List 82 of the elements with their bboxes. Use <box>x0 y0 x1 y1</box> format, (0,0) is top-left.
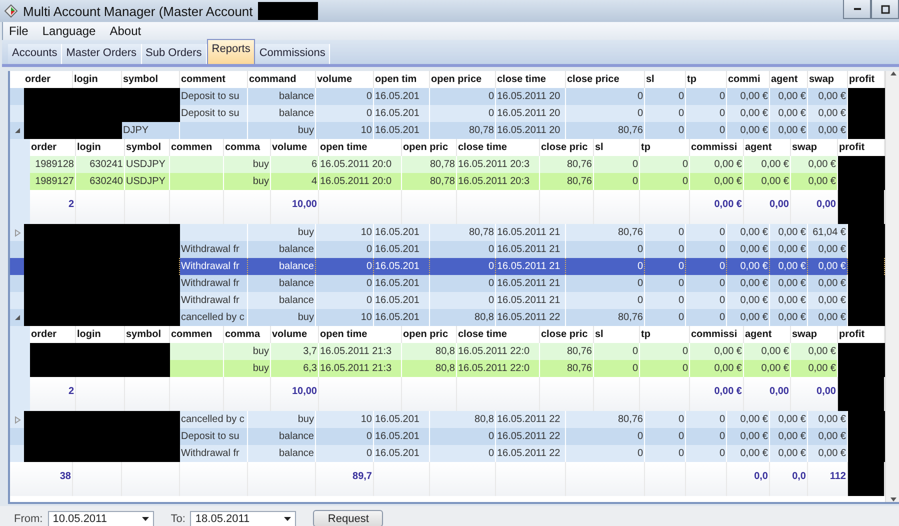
column-header[interactable]: volume <box>316 71 374 88</box>
tab[interactable]: Accounts <box>8 44 62 64</box>
column-header[interactable]: login <box>76 326 125 343</box>
column-header[interactable]: comma <box>224 326 271 343</box>
dropdown-caret-icon <box>284 516 292 520</box>
column-header[interactable]: swap <box>791 326 838 343</box>
column-header[interactable]: commen <box>170 326 224 343</box>
expanded-icon[interactable] <box>14 127 20 134</box>
tab[interactable]: Reports <box>206 39 256 64</box>
redaction-bar <box>848 88 885 105</box>
column-header[interactable]: close time <box>496 71 566 88</box>
table-cell: 38 <box>24 462 73 496</box>
dropdown-caret-icon <box>142 516 149 520</box>
column-header[interactable]: agent <box>744 139 791 156</box>
column-header[interactable]: open pric <box>402 139 457 156</box>
menu-item[interactable]: Language <box>42 24 96 38</box>
date-dropdown[interactable]: 10.05.2011 <box>48 510 154 526</box>
column-header[interactable]: commissi <box>690 326 744 343</box>
window-title: Multi Account Manager (Master Account <box>23 4 253 18</box>
field-label: To: <box>170 512 186 524</box>
column-header[interactable]: agent <box>744 326 791 343</box>
column-header[interactable]: profit <box>848 71 885 88</box>
column-header[interactable]: commen <box>170 139 224 156</box>
column-header[interactable]: open tim <box>374 71 430 88</box>
column-header[interactable]: tp <box>640 139 690 156</box>
column-header[interactable]: open time <box>319 139 402 156</box>
tab[interactable]: Sub Orders <box>142 44 207 64</box>
field-label: From: <box>14 512 43 524</box>
column-header[interactable]: commissi <box>690 139 744 156</box>
minimize-button[interactable] <box>843 0 871 19</box>
scroll-up-icon <box>890 71 896 76</box>
column-header[interactable]: swap <box>808 71 848 88</box>
redaction-bar <box>848 309 885 326</box>
table-cell: 0,0 <box>770 462 808 496</box>
column-header[interactable]: comma <box>224 139 271 156</box>
column-header[interactable]: profit <box>838 326 885 343</box>
table-cell: 0,0 <box>727 462 770 496</box>
request-button[interactable]: Request <box>313 510 384 526</box>
column-header[interactable]: order <box>30 326 76 343</box>
column-header[interactable]: volume <box>271 326 319 343</box>
column-header[interactable]: close time <box>457 326 540 343</box>
column-header[interactable]: agent <box>770 71 808 88</box>
column-header[interactable]: command <box>248 71 316 88</box>
column-header[interactable]: sl <box>645 71 686 88</box>
expanded-icon[interactable] <box>14 314 20 321</box>
column-header[interactable]: open time <box>319 326 402 343</box>
maximize-icon <box>880 4 890 14</box>
app-icon <box>4 4 18 18</box>
tab[interactable]: Commissions <box>255 44 330 64</box>
column-header[interactable]: sl <box>594 326 640 343</box>
tab[interactable]: Master Orders <box>62 44 142 64</box>
column-header[interactable]: tp <box>686 71 727 88</box>
column-header[interactable]: close time <box>457 139 540 156</box>
maximize-button[interactable] <box>871 0 899 19</box>
column-header[interactable]: commi <box>727 71 770 88</box>
column-header[interactable]: close pric <box>540 139 594 156</box>
column-header[interactable]: comment <box>180 71 248 88</box>
column-header[interactable]: order <box>24 71 73 88</box>
column-header[interactable]: open pric <box>402 326 457 343</box>
column-header[interactable]: sl <box>594 139 640 156</box>
column-header[interactable]: symbol <box>125 326 170 343</box>
redaction-bar <box>838 156 885 173</box>
redaction-bar <box>838 343 885 360</box>
column-header[interactable]: profit <box>838 139 885 156</box>
column-header[interactable]: swap <box>791 139 838 156</box>
minimize-icon <box>854 8 860 10</box>
column-header[interactable]: close price <box>566 71 645 88</box>
column-header[interactable]: order <box>30 139 76 156</box>
redaction-bar <box>848 122 885 139</box>
column-header[interactable]: close pric <box>540 326 594 343</box>
menu-item[interactable]: About <box>110 24 142 38</box>
column-header[interactable]: tp <box>640 326 690 343</box>
menu-item[interactable]: File <box>9 24 28 38</box>
redaction-bar <box>258 2 318 20</box>
table-cell: 89,7 <box>316 462 374 496</box>
column-header[interactable]: login <box>76 139 125 156</box>
column-header[interactable]: open price <box>430 71 496 88</box>
column-header[interactable]: symbol <box>122 71 180 88</box>
column-header[interactable]: volume <box>271 139 319 156</box>
date-dropdown[interactable]: 18.05.2011 <box>190 510 296 526</box>
column-header[interactable]: login <box>73 71 122 88</box>
column-header[interactable]: symbol <box>125 139 170 156</box>
